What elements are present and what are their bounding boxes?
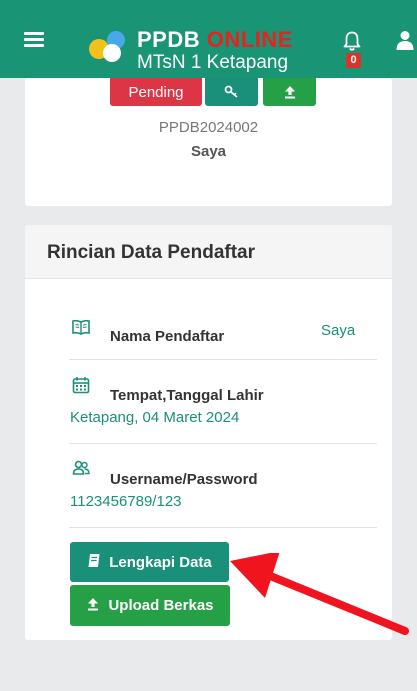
row-divider bbox=[69, 527, 377, 528]
calendar-icon bbox=[72, 376, 90, 394]
username-value: 1123456789/123 bbox=[70, 493, 182, 510]
logo-icon bbox=[86, 28, 130, 64]
complete-data-label: Lengkapi Data bbox=[109, 553, 212, 571]
brand-title: PPDB ONLINE bbox=[137, 27, 293, 53]
user-icon[interactable] bbox=[396, 30, 414, 50]
brand-title-accent: ONLINE bbox=[206, 27, 293, 52]
upload-icon bbox=[283, 85, 297, 99]
bell-icon[interactable] bbox=[341, 30, 363, 52]
row-divider bbox=[69, 359, 377, 360]
registrant-name: Saya bbox=[190, 143, 227, 160]
school-name: MTsN 1 Ketapang bbox=[137, 52, 289, 73]
username-label: Username/Password bbox=[110, 471, 258, 488]
details-card-header: Rincian Data Pendaftar bbox=[25, 225, 392, 279]
complete-data-button[interactable]: Lengkapi Data bbox=[70, 542, 229, 582]
status-pending-button[interactable]: Pending bbox=[110, 78, 202, 106]
details-title: Rincian Data Pendaftar bbox=[47, 242, 255, 263]
upload-button[interactable] bbox=[263, 78, 316, 106]
brand-title-main: PPDB bbox=[137, 27, 201, 52]
name-value: Saya bbox=[321, 322, 356, 339]
key-icon bbox=[224, 85, 240, 99]
book-icon bbox=[72, 318, 90, 336]
book-icon bbox=[87, 553, 101, 572]
registration-id: PPDB2024002 bbox=[158, 119, 259, 136]
row-divider bbox=[69, 443, 377, 444]
page-gutter-left bbox=[0, 0, 8, 691]
page-gutter-right bbox=[409, 0, 417, 691]
upload-icon bbox=[86, 597, 100, 615]
name-label: Nama Pendaftar bbox=[110, 328, 225, 345]
profile-card: Pending PPDB2024002 Saya bbox=[25, 78, 392, 206]
status-pending-label: Pending bbox=[128, 83, 184, 101]
notification-badge: 0 bbox=[346, 53, 361, 68]
menu-icon[interactable] bbox=[24, 32, 44, 48]
annotation-arrow bbox=[225, 553, 410, 638]
users-icon bbox=[72, 459, 90, 477]
birth-value: Ketapang, 04 Maret 2024 bbox=[70, 409, 240, 426]
upload-files-button[interactable]: Upload Berkas bbox=[70, 585, 230, 626]
reset-password-button[interactable] bbox=[205, 78, 258, 106]
birth-label: Tempat,Tanggal Lahir bbox=[110, 387, 264, 404]
upload-files-label: Upload Berkas bbox=[108, 597, 214, 614]
top-navbar: PPDB ONLINE MTsN 1 Ketapang 0 bbox=[0, 0, 417, 78]
